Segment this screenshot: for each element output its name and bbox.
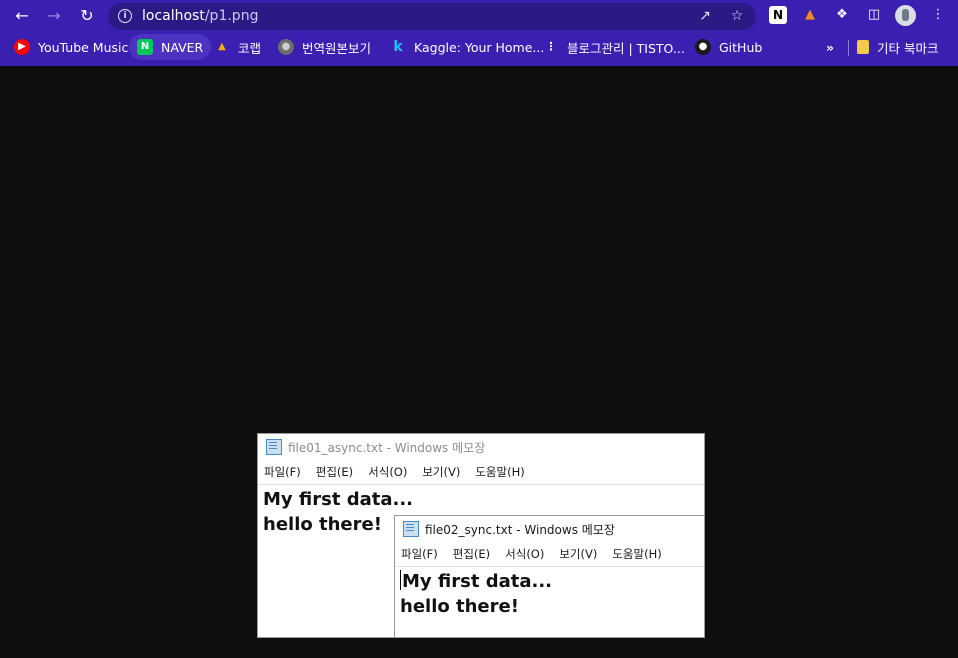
youtube-music-icon: ▶ bbox=[14, 39, 30, 55]
kaggle-icon: k bbox=[393, 39, 403, 55]
bookmark-star-icon[interactable]: ☆ bbox=[728, 7, 746, 25]
reload-icon[interactable]: ↻ bbox=[77, 6, 97, 26]
tistory-icon: ⋮ bbox=[545, 40, 557, 53]
google-drive-icon: ▲ bbox=[218, 41, 226, 52]
bookmark-label: 기타 북마크 bbox=[877, 40, 939, 56]
more-bookmarks-button[interactable]: » bbox=[826, 34, 834, 60]
menu-edit[interactable]: 편집(E) bbox=[453, 546, 490, 562]
bookmark-label: Kaggle: Your Home... bbox=[414, 39, 545, 55]
bookmark-colab[interactable]: ▲ 코랩 bbox=[214, 34, 261, 60]
bookmark-label: 블로그관리 | TISTO... bbox=[567, 40, 685, 56]
text-line: hello there! bbox=[400, 596, 519, 617]
menu-edit[interactable]: 편집(E) bbox=[316, 464, 353, 480]
notepad-window-file02[interactable]: file02_sync.txt - Windows 메모장 파일(F) 편집(E… bbox=[394, 515, 705, 638]
notepad-icon bbox=[403, 521, 419, 537]
menu-kebab-icon[interactable]: ⋮ bbox=[929, 6, 947, 24]
bookmark-kaggle[interactable]: k Kaggle: Your Home... bbox=[390, 34, 544, 60]
github-icon: ● bbox=[695, 39, 711, 55]
naver-icon: N bbox=[137, 39, 153, 55]
globe-icon: ● bbox=[278, 39, 294, 55]
menu-format[interactable]: 서식(O) bbox=[505, 546, 544, 562]
bookmark-label: YouTube Music bbox=[38, 39, 129, 55]
notepad-titlebar[interactable]: file01_async.txt - Windows 메모장 bbox=[258, 434, 704, 460]
notion-extension-icon[interactable]: N bbox=[769, 6, 787, 24]
menu-help[interactable]: 도움말(H) bbox=[612, 546, 661, 562]
window-title: file01_async.txt - Windows 메모장 bbox=[288, 440, 486, 455]
side-panel-icon[interactable]: ◫ bbox=[865, 6, 883, 24]
bookmark-youtube-music[interactable]: ▶ YouTube Music bbox=[14, 34, 128, 60]
other-bookmarks-folder[interactable]: 기타 북마크 bbox=[857, 34, 938, 60]
extensions-puzzle-icon[interactable]: ❖ bbox=[833, 6, 851, 24]
menu-view[interactable]: 보기(V) bbox=[422, 464, 460, 480]
bookmark-label: NAVER bbox=[161, 39, 204, 55]
bookmark-github[interactable]: ● GitHub bbox=[695, 34, 762, 60]
text-line: My first data... bbox=[263, 489, 414, 510]
bookmark-label: 코랩 bbox=[238, 40, 262, 56]
url-text[interactable]: localhost/p1.png bbox=[142, 8, 258, 24]
notepad-titlebar[interactable]: file02_sync.txt - Windows 메모장 bbox=[395, 516, 704, 542]
menu-view[interactable]: 보기(V) bbox=[559, 546, 597, 562]
notepad-menubar: 파일(F) 편집(E) 서식(O) 보기(V) 도움말(H) bbox=[395, 542, 704, 567]
notepad-menubar: 파일(F) 편집(E) 서식(O) 보기(V) 도움말(H) bbox=[258, 460, 704, 485]
site-info-icon[interactable]: i bbox=[118, 9, 132, 23]
menu-help[interactable]: 도움말(H) bbox=[475, 464, 524, 480]
bookmark-naver[interactable]: N NAVER bbox=[129, 34, 212, 60]
bookmark-separator bbox=[848, 40, 849, 56]
address-bar[interactable]: i localhost/p1.png ↗ ☆ bbox=[108, 3, 756, 30]
bookmark-label: GitHub bbox=[719, 39, 763, 55]
bookmark-tistory[interactable]: ⋮ 블로그관리 | TISTO... bbox=[543, 34, 685, 60]
menu-format[interactable]: 서식(O) bbox=[368, 464, 407, 480]
forward-icon[interactable]: → bbox=[44, 6, 64, 26]
notepad-icon bbox=[266, 439, 282, 455]
text-line: My first data... bbox=[402, 571, 553, 592]
back-icon[interactable]: ← bbox=[12, 6, 32, 26]
window-title: file02_sync.txt - Windows 메모장 bbox=[425, 522, 615, 537]
menu-file[interactable]: 파일(F) bbox=[401, 546, 438, 562]
notepad-text-area[interactable]: My first data... hello there! bbox=[395, 567, 704, 621]
bookmark-label: 번역원본보기 bbox=[302, 40, 372, 56]
bookmarks-bar: ▶ YouTube Music N NAVER ▲ 코랩 ● 번역원본보기 k … bbox=[0, 34, 958, 60]
metamask-extension-icon[interactable]: ▲ bbox=[801, 6, 819, 24]
folder-icon bbox=[857, 40, 869, 54]
browser-chrome: ← → ↻ i localhost/p1.png ↗ ☆ N ▲ ❖ ◫ ⋮ ▶… bbox=[0, 0, 958, 66]
share-icon[interactable]: ↗ bbox=[696, 7, 714, 25]
text-caret bbox=[400, 570, 401, 590]
profile-avatar[interactable] bbox=[895, 5, 916, 26]
menu-file[interactable]: 파일(F) bbox=[264, 464, 301, 480]
bookmark-translate[interactable]: ● 번역원본보기 bbox=[278, 34, 371, 60]
